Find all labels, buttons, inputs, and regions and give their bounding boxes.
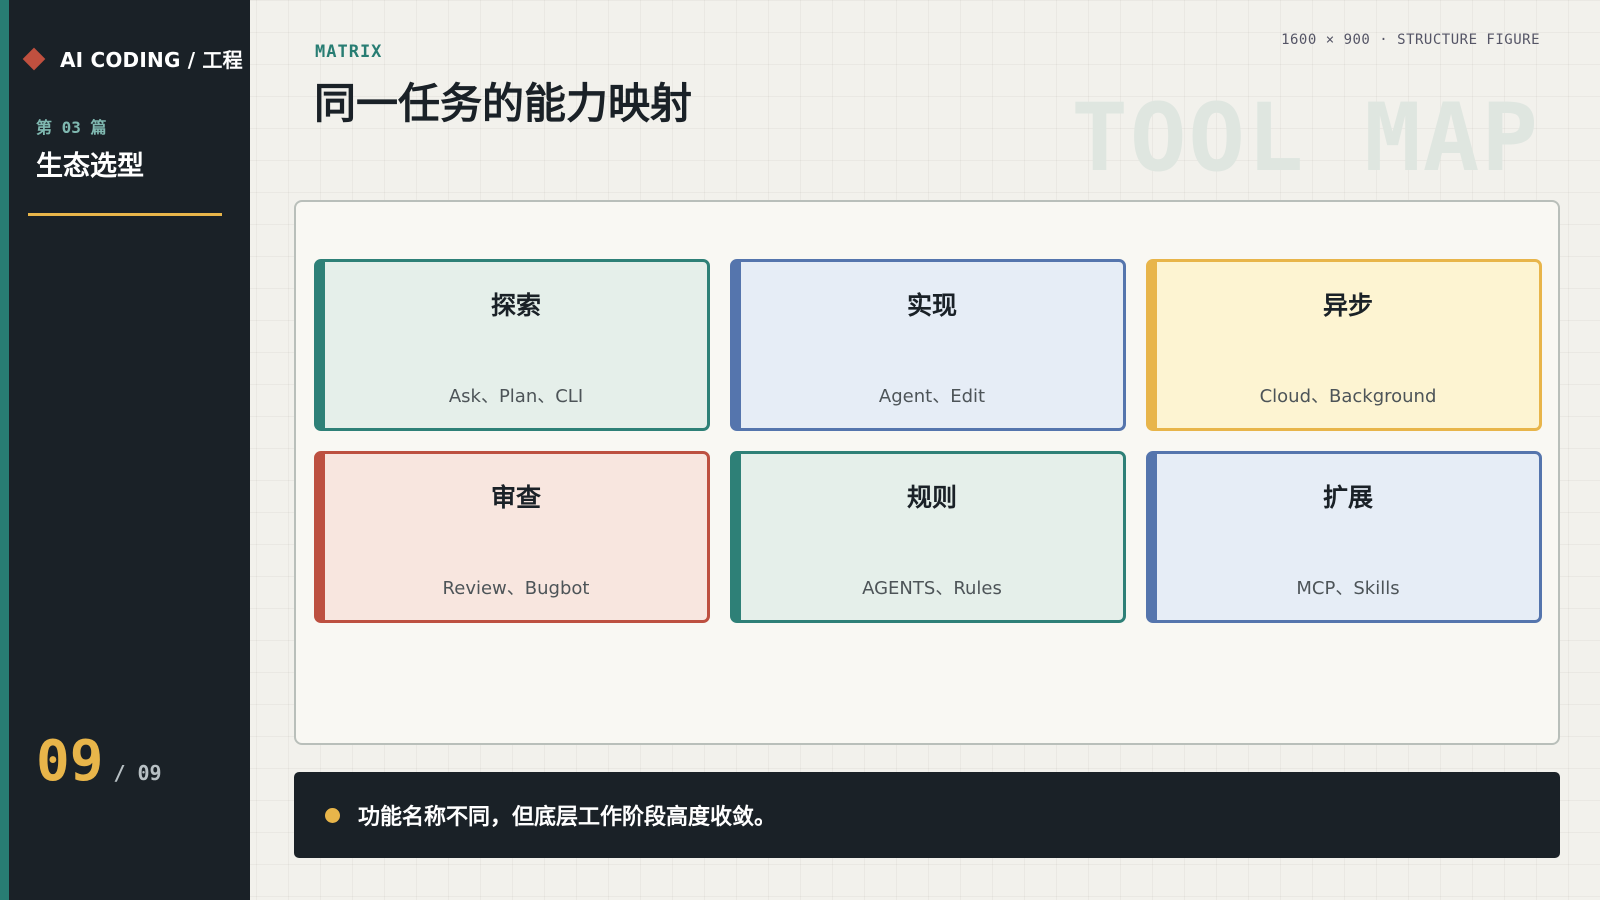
card-implement: 实现 Agent、Edit bbox=[730, 259, 1126, 431]
page-counter: 09 / 09 bbox=[36, 734, 162, 790]
page-title: 同一任务的能力映射 bbox=[314, 79, 693, 128]
sidebar: AI CODING / 工程 第 03 篇 生态选型 09 / 09 bbox=[0, 0, 250, 900]
page-total: / 09 bbox=[113, 761, 162, 785]
matrix-panel: 探索 Ask、Plan、CLI 实现 Agent、Edit 异步 Cloud、B… bbox=[294, 200, 1560, 745]
card-review: 审查 Review、Bugbot bbox=[314, 451, 710, 623]
card-title: 扩展 bbox=[1322, 483, 1373, 512]
card-subtitle: AGENTS、Rules bbox=[862, 578, 1002, 599]
card-extend: 扩展 MCP、Skills bbox=[1146, 451, 1542, 623]
card-title: 审查 bbox=[490, 483, 541, 512]
section-title: 生态选型 bbox=[36, 151, 144, 182]
takeaway-text: 功能名称不同，但底层工作阶段高度收敛。 bbox=[358, 805, 777, 830]
card-title: 异步 bbox=[1322, 291, 1373, 320]
chapter-label: 第 03 篇 bbox=[36, 118, 107, 137]
eyebrow-label: MATRIX bbox=[315, 42, 383, 62]
sidebar-accent-bar bbox=[0, 0, 9, 900]
card-subtitle: MCP、Skills bbox=[1296, 578, 1400, 599]
takeaway-bar: 功能名称不同，但底层工作阶段高度收敛。 bbox=[294, 772, 1560, 858]
card-async: 异步 Cloud、Background bbox=[1146, 259, 1542, 431]
watermark: TOOL MAP bbox=[1071, 84, 1540, 193]
card-subtitle: Cloud、Background bbox=[1259, 386, 1437, 407]
card-title: 探索 bbox=[490, 291, 541, 320]
bullet-dot-icon bbox=[325, 807, 340, 823]
brand-label: AI CODING / 工程 bbox=[60, 48, 243, 72]
diamond-icon bbox=[22, 47, 46, 70]
card-title: 实现 bbox=[906, 291, 957, 320]
card-title: 规则 bbox=[906, 483, 957, 512]
card-explore: 探索 Ask、Plan、CLI bbox=[314, 259, 710, 431]
sidebar-divider bbox=[28, 213, 222, 216]
card-subtitle: Agent、Edit bbox=[878, 386, 986, 407]
page-current: 09 bbox=[36, 729, 104, 794]
brand: AI CODING / 工程 bbox=[22, 44, 243, 73]
card-rules: 规则 AGENTS、Rules bbox=[730, 451, 1126, 623]
figure-meta-label: 1600 × 900 · STRUCTURE FIGURE bbox=[1281, 32, 1540, 48]
card-subtitle: Review、Bugbot bbox=[442, 578, 590, 599]
card-subtitle: Ask、Plan、CLI bbox=[448, 386, 584, 407]
